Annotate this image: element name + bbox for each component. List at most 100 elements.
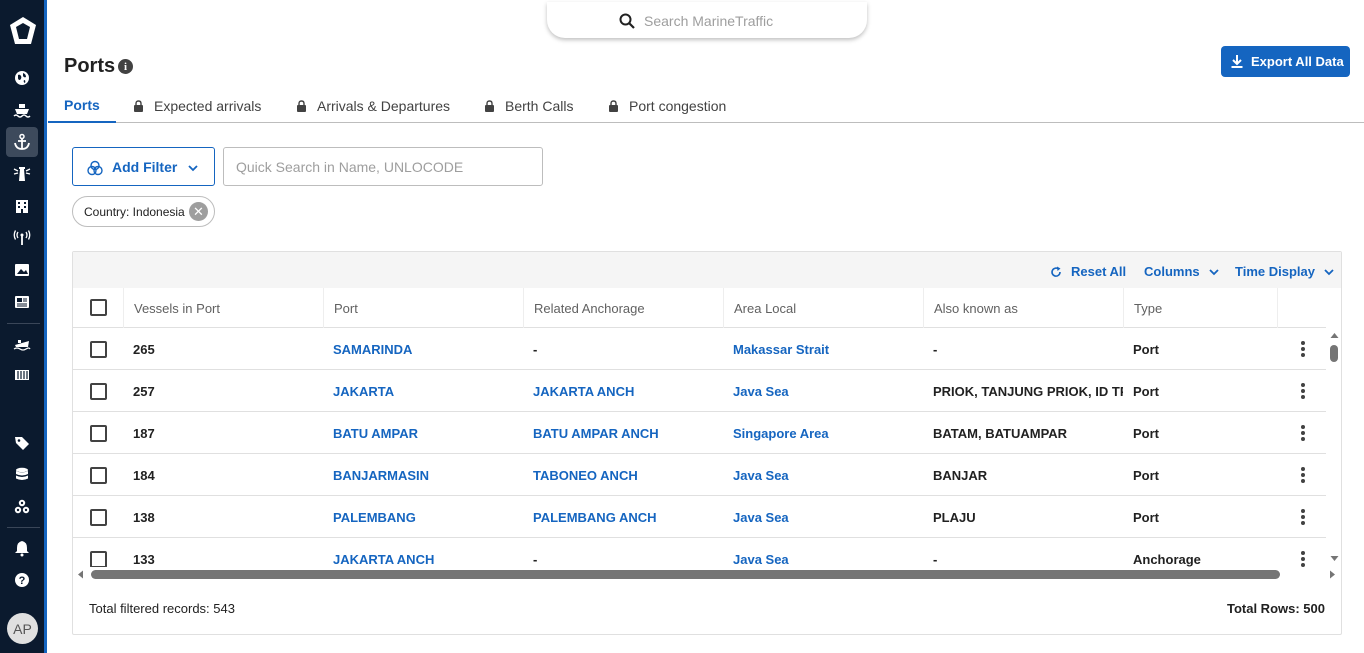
tab-arrivals-departures[interactable]: Arrivals & Departures	[296, 88, 450, 123]
row-checkbox[interactable]	[90, 341, 107, 358]
ports-table-panel: Reset All Columns Time Display Vessels i…	[72, 251, 1342, 635]
tab-label: Arrivals & Departures	[317, 97, 451, 114]
news-icon[interactable]	[6, 287, 38, 317]
cell-anchorage-link[interactable]: JAKARTA ANCH	[523, 370, 723, 412]
cell-anchorage-link[interactable]: BATU AMPAR ANCH	[523, 412, 723, 454]
export-all-data-button[interactable]: Export All Data	[1221, 46, 1350, 77]
photos-icon[interactable]	[6, 255, 38, 285]
table-row[interactable]: 184 BANJARMASIN TABONEO ANCH Java Sea BA…	[73, 454, 1326, 496]
cell-port-link[interactable]: JAKARTA ANCH	[323, 538, 523, 567]
tab-port-congestion[interactable]: Port congestion	[608, 88, 726, 123]
column-header-port[interactable]: Port	[323, 288, 523, 328]
global-search[interactable]: Search MarineTraffic	[547, 2, 867, 38]
bell-icon[interactable]	[6, 533, 38, 563]
table-row[interactable]: 133 JAKARTA ANCH - Java Sea - Anchorage	[73, 538, 1326, 567]
cell-aka: PRIOK, TANJUNG PRIOK, ID TPP	[933, 383, 1123, 399]
ship-icon[interactable]	[6, 95, 38, 125]
row-menu-icon[interactable]	[1301, 467, 1305, 483]
anchor-icon[interactable]	[6, 127, 38, 157]
table-row[interactable]: 257 JAKARTA JAKARTA ANCH Java Sea PRIOK,…	[73, 370, 1326, 412]
table-row[interactable]: 265 SAMARINDA - Makassar Strait - Port	[73, 328, 1326, 370]
info-icon[interactable]: i	[118, 59, 133, 74]
row-checkbox[interactable]	[90, 509, 107, 526]
cell-port-link[interactable]: BANJARMASIN	[323, 454, 523, 496]
tab-ports[interactable]: Ports	[48, 88, 116, 123]
lock-icon	[609, 99, 618, 112]
cell-area-link[interactable]: Makassar Strait	[723, 328, 923, 370]
row-checkbox[interactable]	[90, 383, 107, 400]
lock-icon	[297, 99, 306, 112]
add-filter-button[interactable]: Add Filter	[72, 147, 215, 186]
cell-aka: -	[933, 341, 938, 357]
cell-vessels: 265	[133, 341, 155, 357]
globe-icon[interactable]	[6, 63, 38, 93]
column-header-area[interactable]: Area Local	[723, 288, 923, 328]
vessel-icon[interactable]	[6, 328, 38, 358]
antenna-icon[interactable]	[6, 223, 38, 253]
column-header-type[interactable]: Type	[1123, 288, 1277, 328]
lock-icon	[134, 99, 143, 112]
container-icon[interactable]	[6, 360, 38, 390]
row-menu-icon[interactable]	[1301, 341, 1305, 357]
close-icon[interactable]: ✕	[189, 202, 208, 221]
scroll-up-icon[interactable]	[1330, 332, 1339, 339]
column-header-aka[interactable]: Also known as	[923, 288, 1123, 328]
cell-area-link[interactable]: Singapore Area	[723, 412, 923, 454]
cell-area-link[interactable]: Java Sea	[723, 538, 923, 567]
database-icon[interactable]	[6, 460, 38, 490]
vertical-scrollbar[interactable]	[1328, 330, 1341, 570]
row-menu-icon[interactable]	[1301, 425, 1305, 441]
time-display-button[interactable]: Time Display	[1235, 264, 1335, 279]
tab-bar: Ports Expected arrivals Arrivals & Depar…	[48, 88, 1364, 123]
logo-icon[interactable]	[9, 16, 37, 46]
column-header-anchorage[interactable]: Related Anchorage	[523, 288, 723, 328]
row-menu-icon[interactable]	[1301, 383, 1305, 399]
tab-berth-calls[interactable]: Berth Calls	[484, 88, 573, 123]
quick-search-input[interactable]	[223, 147, 543, 186]
filter-chip-country[interactable]: Country: Indonesia ✕	[72, 196, 215, 227]
row-checkbox[interactable]	[90, 551, 107, 567]
cell-port-link[interactable]: PALEMBANG	[323, 496, 523, 538]
tab-label: Expected arrivals	[154, 97, 262, 114]
reset-all-button[interactable]: Reset All	[1050, 264, 1126, 279]
row-menu-icon[interactable]	[1301, 551, 1305, 567]
scroll-right-icon[interactable]	[1329, 570, 1336, 579]
help-icon[interactable]: ?	[6, 565, 38, 595]
row-menu-icon[interactable]	[1301, 509, 1305, 525]
cell-port-link[interactable]: JAKARTA	[323, 370, 523, 412]
lock-icon	[485, 99, 494, 112]
horizontal-scrollbar[interactable]	[73, 567, 1341, 581]
horizontal-scroll-thumb[interactable]	[91, 570, 1280, 579]
scroll-down-icon[interactable]	[1330, 555, 1339, 562]
avatar[interactable]: AP	[7, 613, 38, 644]
select-all-checkbox[interactable]	[90, 299, 107, 316]
row-checkbox[interactable]	[90, 467, 107, 484]
cell-area-link[interactable]: Java Sea	[723, 370, 923, 412]
scroll-left-icon[interactable]	[77, 570, 84, 579]
table-row[interactable]: 138 PALEMBANG PALEMBANG ANCH Java Sea PL…	[73, 496, 1326, 538]
table-row[interactable]: 187 BATU AMPAR BATU AMPAR ANCH Singapore…	[73, 412, 1326, 454]
tag-icon[interactable]	[6, 428, 38, 458]
search-icon	[619, 13, 635, 29]
cell-area-link[interactable]: Java Sea	[723, 454, 923, 496]
cell-vessels: 257	[133, 383, 155, 399]
vertical-scroll-thumb[interactable]	[1330, 345, 1338, 362]
cell-port-link[interactable]: BATU AMPAR	[323, 412, 523, 454]
tab-expected-arrivals[interactable]: Expected arrivals	[133, 88, 261, 123]
lighthouse-icon[interactable]	[6, 159, 38, 189]
cell-anchorage-link[interactable]: TABONEO ANCH	[523, 454, 723, 496]
cell-anchorage: -	[533, 551, 538, 567]
cell-anchorage-link[interactable]: PALEMBANG ANCH	[523, 496, 723, 538]
cell-area-link[interactable]: Java Sea	[723, 496, 923, 538]
fleet-icon[interactable]	[6, 492, 38, 522]
row-checkbox[interactable]	[90, 425, 107, 442]
cell-type: Port	[1133, 383, 1159, 399]
buildings-icon[interactable]	[6, 191, 38, 221]
column-header-vessels[interactable]: Vessels in Port	[123, 288, 323, 328]
cell-type: Port	[1133, 341, 1159, 357]
columns-button[interactable]: Columns	[1144, 264, 1220, 279]
cell-aka: BATAM, BATUAMPAR	[933, 425, 1068, 441]
cell-type: Port	[1133, 509, 1159, 525]
cell-port-link[interactable]: SAMARINDA	[323, 328, 523, 370]
total-rows: Total Rows: 500	[1226, 601, 1325, 616]
